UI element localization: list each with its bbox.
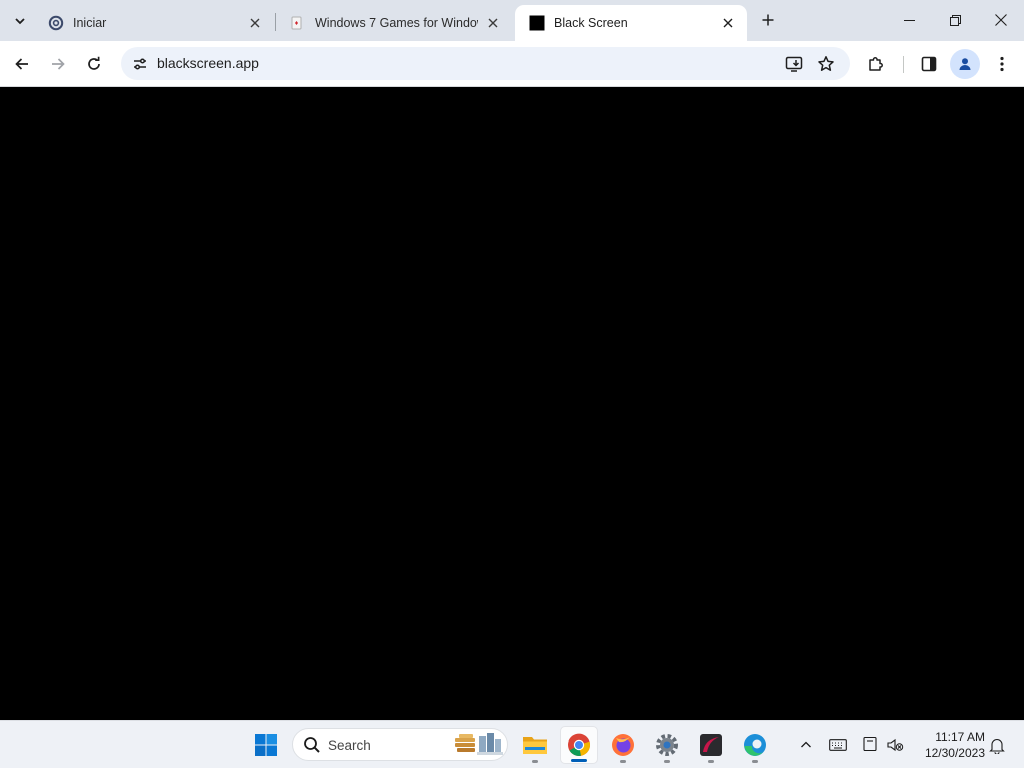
chevron-up-icon (801, 741, 811, 748)
black-square-icon (529, 15, 545, 31)
taskbar-search[interactable]: Search (292, 728, 508, 761)
search-placeholder: Search (328, 738, 371, 753)
firefox-icon (612, 734, 634, 756)
running-indicator (708, 760, 714, 763)
clock-date: 12/30/2023 (924, 746, 985, 760)
tab-search-button[interactable] (7, 8, 33, 34)
install-app-icon (785, 56, 803, 72)
taskbar-app[interactable] (692, 726, 730, 764)
running-indicator (664, 760, 670, 763)
notifications-button[interactable] (986, 734, 1008, 756)
restore-button[interactable] (932, 0, 978, 40)
arrow-right-icon (52, 58, 65, 70)
volume-muted-icon (887, 738, 904, 752)
address-url[interactable]: blackscreen.app (157, 55, 259, 71)
new-tab-button[interactable] (757, 9, 779, 31)
close-icon (995, 14, 1007, 26)
close-tab-icon[interactable] (246, 14, 264, 32)
back-button[interactable] (7, 49, 37, 79)
running-indicator (620, 760, 626, 763)
toolbar-divider (903, 56, 904, 73)
profile-button[interactable] (950, 49, 980, 79)
file-explorer-icon (523, 737, 547, 754)
more-vertical-icon (1000, 56, 1004, 72)
taskbar-chrome[interactable] (560, 726, 598, 764)
settings-icon (656, 734, 678, 756)
clock[interactable]: 11:17 AM 12/30/2023 (915, 729, 985, 761)
opera-start-icon (48, 15, 64, 31)
install-app-button[interactable] (782, 52, 806, 76)
network-icon (863, 736, 877, 752)
taskbar-file-explorer[interactable] (516, 726, 554, 764)
taskbar-settings[interactable] (648, 726, 686, 764)
page-black-screen[interactable] (0, 87, 1024, 720)
tab-title: Windows 7 Games for Windows (315, 16, 478, 30)
reload-icon (88, 56, 100, 70)
search-icon (304, 737, 320, 753)
running-indicator (571, 759, 587, 762)
close-window-button[interactable] (978, 0, 1024, 40)
site-info-icon[interactable] (127, 51, 152, 76)
bookmark-star-button[interactable] (814, 52, 838, 76)
show-hidden-icons-button[interactable] (795, 734, 817, 756)
star-icon (818, 56, 834, 71)
side-panel-button[interactable] (914, 49, 944, 79)
taskbar-edge[interactable] (736, 726, 774, 764)
chevron-down-icon (15, 18, 25, 25)
running-indicator (752, 760, 758, 763)
bell-icon (989, 738, 1005, 754)
tab-iniciar[interactable]: Iniciar (34, 5, 274, 41)
taskbar: Search 11:17 AM 12/30/2023 (0, 720, 1024, 768)
keyboard-icon (829, 739, 847, 751)
volume-button[interactable] (884, 734, 906, 756)
close-tab-icon[interactable] (719, 14, 737, 32)
search-highlight-icon (455, 733, 503, 755)
reload-button[interactable] (79, 49, 109, 79)
tab-title: Iniciar (73, 16, 107, 30)
minimize-icon (903, 19, 915, 21)
arrow-left-icon (15, 58, 28, 70)
forward-button[interactable] (43, 49, 73, 79)
tab-title: Black Screen (554, 16, 628, 30)
avatar-icon (959, 58, 971, 70)
plus-icon (762, 14, 774, 26)
minimize-button[interactable] (886, 0, 932, 40)
side-panel-icon (921, 56, 937, 72)
running-indicator (532, 760, 538, 763)
browser-toolbar: blackscreen.app (0, 41, 1024, 87)
restore-icon (949, 14, 961, 26)
taskbar-firefox[interactable] (604, 726, 642, 764)
tab-windows7-games[interactable]: Windows 7 Games for Windows (276, 5, 512, 41)
chrome-icon (568, 733, 591, 756)
close-tab-icon[interactable] (484, 14, 502, 32)
extensions-button[interactable] (861, 49, 891, 79)
puzzle-icon (869, 57, 883, 71)
edge-icon (744, 734, 766, 756)
tab-black-screen[interactable]: Black Screen (515, 5, 747, 41)
network-button[interactable] (859, 734, 881, 756)
tab-strip: Iniciar Windows 7 Games for Windows Blac… (0, 0, 1024, 41)
solitaire-cards-icon (290, 15, 306, 31)
touch-keyboard-button[interactable] (827, 734, 849, 756)
menu-button[interactable] (987, 49, 1017, 79)
clock-time: 11:17 AM (935, 730, 985, 744)
start-button[interactable] (247, 726, 285, 764)
start-icon (255, 734, 277, 756)
app-icon (700, 734, 722, 756)
address-bar[interactable]: blackscreen.app (121, 47, 850, 80)
